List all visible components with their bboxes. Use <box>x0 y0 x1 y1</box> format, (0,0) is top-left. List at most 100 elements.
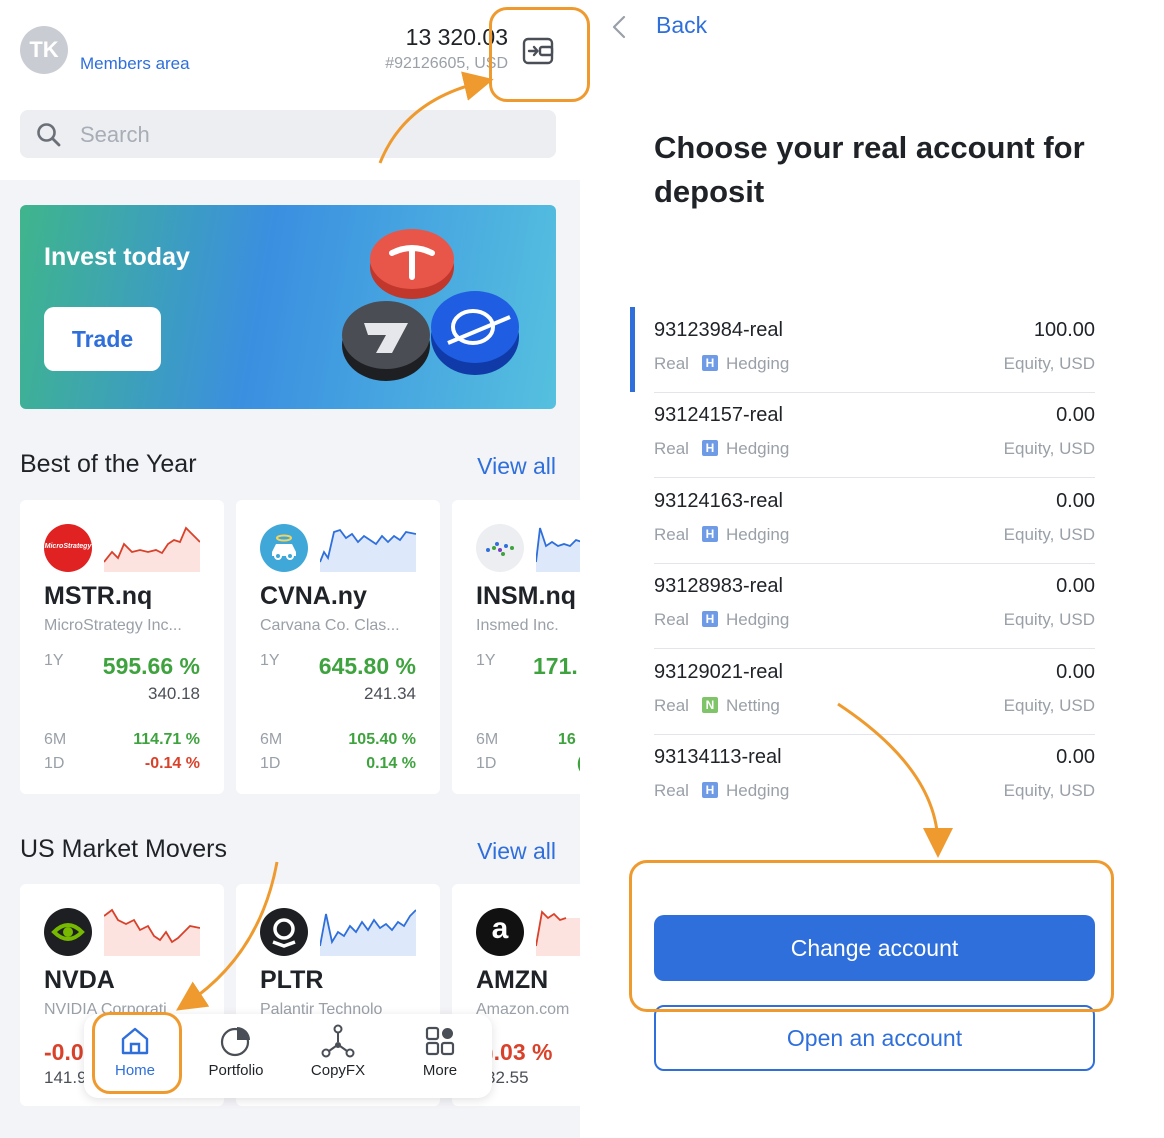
open-account-button[interactable]: Open an account <box>654 1005 1095 1071</box>
avatar[interactable]: TK <box>20 26 68 74</box>
period-1d-label: 1D <box>476 755 497 772</box>
hedging-badge: H <box>702 355 718 371</box>
account-row[interactable]: 93129021-real 0.00 Real N Netting Equity… <box>654 649 1095 735</box>
best-of-year-title: Best of the Year <box>20 450 197 478</box>
stock-card-mstr[interactable]: MicroStrategy MSTR.nq MicroStrategy Inc.… <box>20 500 224 794</box>
search-placeholder: Search <box>80 122 150 147</box>
account-amount: 0.00 <box>1056 575 1095 597</box>
pltr-sparkline <box>320 909 416 956</box>
account-id: 93124157-real <box>654 404 783 426</box>
amzn-sparkline <box>536 910 580 956</box>
search-icon <box>37 123 61 147</box>
account-amount: 100.00 <box>1033 319 1095 341</box>
network-icon <box>321 1024 355 1058</box>
account-amount: 0.00 <box>1056 746 1095 768</box>
price: 241.34 <box>364 684 416 703</box>
best-of-year-view-all[interactable]: View all <box>477 453 556 480</box>
chevron-left-icon <box>612 15 626 39</box>
cvna-sparkline <box>320 528 416 572</box>
hedging-badge: H <box>702 526 718 542</box>
account-amount: 0.00 <box>1056 404 1095 426</box>
trade-button[interactable]: Trade <box>44 307 161 371</box>
account-row[interactable]: 93123984-real 100.00 Real H Hedging Equi… <box>630 307 1095 393</box>
price: 32.55 <box>486 1068 529 1087</box>
stock-card-cvna[interactable]: CVNA.ny Carvana Co. Clas... 1Y 645.80 % … <box>236 500 440 794</box>
insm-logo <box>476 524 524 572</box>
period-1y-label: 1Y <box>476 652 496 669</box>
account-id: 93124163-real <box>654 490 783 512</box>
account-equity: Equity, USD <box>1003 439 1095 458</box>
account-type: Real <box>654 696 689 715</box>
promo-banner[interactable]: Invest today Trade <box>20 205 556 409</box>
change-1d: -0.14 % <box>144 755 200 772</box>
change-1y: 645.80 % <box>318 653 416 679</box>
amzn-logo-text: a <box>491 912 509 945</box>
highlight-wallet <box>489 7 590 102</box>
account-mode: Hedging <box>726 610 790 629</box>
tab-copyfx[interactable]: CopyFX <box>288 1024 388 1094</box>
account-row[interactable]: 93124157-real 0.00 Real H Hedging Equity… <box>654 392 1095 478</box>
members-area-link[interactable]: Members area <box>80 54 190 74</box>
account-row[interactable]: 93124163-real 0.00 Real H Hedging Equity… <box>654 478 1095 564</box>
account-row[interactable]: 93128983-real 0.00 Real H Hedging Equity… <box>654 563 1095 649</box>
account-mode: Hedging <box>726 354 790 373</box>
period-1y-label: 1Y <box>260 652 280 669</box>
account-equity: Equity, USD <box>1003 525 1095 544</box>
account-id: 93128983-real <box>654 575 783 597</box>
change-1d: ( <box>577 755 580 773</box>
period-1d-label: 1D <box>44 755 65 772</box>
account-amount: 0.00 <box>1056 661 1095 683</box>
cvna-logo <box>260 524 308 572</box>
nvda-sparkline <box>104 908 200 956</box>
avatar-initials: TK <box>29 37 59 62</box>
period-6m-label: 6M <box>260 731 283 748</box>
period-1y-label: 1Y <box>44 652 64 669</box>
account-equity: Equity, USD <box>1003 610 1095 629</box>
price: 340.18 <box>148 684 200 703</box>
account-mode: Hedging <box>726 781 790 800</box>
highlight-home-tab <box>92 1012 182 1094</box>
stock-card-insm[interactable]: INSM.nq Insmed Inc. 1Y 171. 6M 16 1D ( <box>452 500 580 794</box>
account-equity: Equity, USD <box>1003 781 1095 800</box>
market-movers-title: US Market Movers <box>20 835 227 863</box>
price: 141.9 <box>44 1068 87 1087</box>
change: -0.0 <box>44 1039 84 1065</box>
page-title: Choose your real account for deposit <box>654 130 1085 209</box>
change-1d: 0.14 % <box>366 755 416 772</box>
netting-badge: N <box>702 697 718 713</box>
stock-coins-illustration <box>342 229 519 381</box>
pltr-logo <box>260 908 308 956</box>
tab-label: More <box>422 1062 458 1079</box>
tab-label: CopyFX <box>310 1062 366 1079</box>
change-1y: 171. <box>533 653 578 679</box>
period-6m-label: 6M <box>44 731 67 748</box>
tab-more[interactable]: More <box>390 1024 490 1094</box>
company-name: Carvana Co. Clas... <box>260 617 400 634</box>
hedging-badge: H <box>702 611 718 627</box>
account-id: 93123984-real <box>654 319 783 341</box>
account-mode: Hedging <box>726 439 790 458</box>
account-type: Real <box>654 610 689 629</box>
ticker: AMZN <box>476 966 549 994</box>
market-movers-view-all[interactable]: View all <box>477 838 556 865</box>
tab-portfolio[interactable]: Portfolio <box>186 1024 286 1094</box>
account-id: 93129021-real <box>654 661 783 683</box>
account-row[interactable]: 93134113-real 0.00 Real H Hedging Equity… <box>654 734 1095 819</box>
account-id: 93134113-real <box>654 746 782 768</box>
nvda-logo <box>44 908 92 956</box>
account-mode: Hedging <box>726 525 790 544</box>
account-type: Real <box>654 354 689 373</box>
grid-icon <box>425 1026 455 1056</box>
banner-title: Invest today <box>44 243 190 271</box>
insm-sparkline <box>536 527 580 572</box>
company-name: Amazon.com <box>476 1001 570 1018</box>
change: ).03 % <box>486 1039 553 1065</box>
period-1d-label: 1D <box>260 755 281 772</box>
account-mode: Netting <box>726 696 780 715</box>
highlight-change-account <box>629 860 1114 1012</box>
change-6m: 16 <box>558 731 576 748</box>
company-name: MicroStrategy Inc... <box>44 617 182 634</box>
search-input[interactable]: Search <box>20 110 556 158</box>
home-screen: TK Members area 13 320.03 #92126605, USD… <box>0 0 580 1138</box>
account-type: Real <box>654 439 689 458</box>
